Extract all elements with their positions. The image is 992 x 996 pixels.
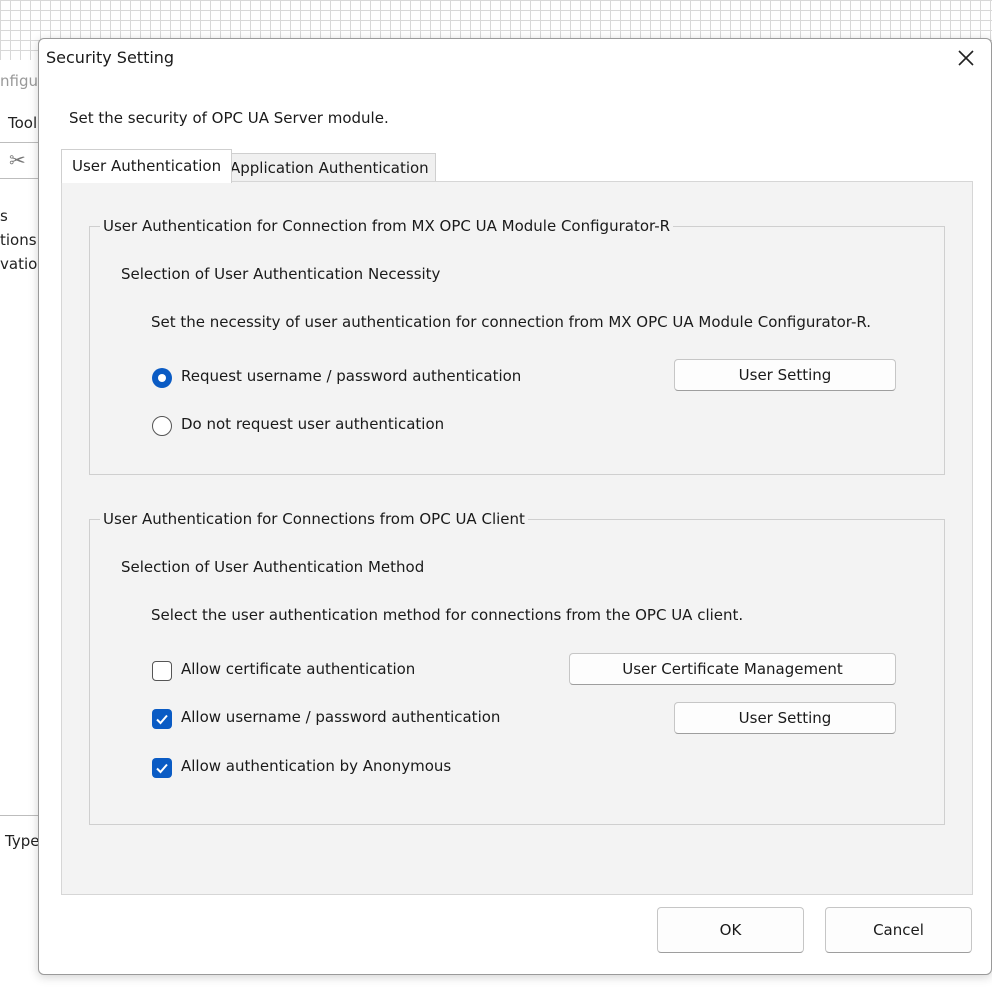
dialog-title: Security Setting [46,48,175,67]
tab-user-authentication[interactable]: User Authentication [61,149,233,183]
group-legend: User Authentication for Connections from… [100,510,528,528]
user-setting-button-client[interactable]: User Setting [674,702,896,734]
instruction-necessity: Set the necessity of user authentication… [151,313,872,331]
subheading-method: Selection of User Authentication Method [121,558,425,576]
background-type-label: Type [5,832,40,850]
security-setting-dialog: Security Setting Set the security of OPC… [38,38,992,975]
background-title: nfigu [0,72,38,90]
background-menu-tool[interactable]: Tool [8,114,37,132]
checkbox-anonymous-auth[interactable] [152,758,172,778]
background-divider [0,178,40,179]
group-configurator-connection: User Authentication for Connection from … [89,217,945,475]
checkbox-certificate-auth[interactable] [152,661,172,681]
group-client-connections: User Authentication for Connections from… [89,510,945,825]
user-setting-button[interactable]: User Setting [674,359,896,391]
instruction-method: Select the user authentication method fo… [151,606,744,624]
background-divider [0,142,40,143]
background-divider [0,815,40,816]
checkbox-label-certificate-auth[interactable]: Allow certificate authentication [181,660,415,678]
close-icon[interactable] [953,45,979,71]
user-authentication-panel: User Authentication for Connection from … [61,181,973,895]
subheading-necessity: Selection of User Authentication Necessi… [121,265,441,283]
background-app [0,60,40,996]
user-certificate-management-button[interactable]: User Certificate Management [569,653,896,685]
checkbox-label-anonymous-auth[interactable]: Allow authentication by Anonymous [181,757,451,775]
radio-request-password[interactable] [152,368,172,388]
scissors-icon[interactable]: ✂ [9,148,26,172]
group-legend: User Authentication for Connection from … [100,217,674,235]
background-side-item: s [0,207,8,225]
background-side-item: tions [0,231,37,249]
radio-no-authentication[interactable] [152,416,172,436]
tab-application-authentication[interactable]: Application Authentication [223,153,436,182]
radio-label-request-password[interactable]: Request username / password authenticati… [181,367,521,385]
radio-label-no-authentication[interactable]: Do not request user authentication [181,415,444,433]
cancel-button[interactable]: Cancel [825,907,972,953]
title-bar: Security Setting [39,39,991,77]
checkbox-password-auth[interactable] [152,709,172,729]
dialog-description: Set the security of OPC UA Server module… [69,109,389,127]
checkbox-label-password-auth[interactable]: Allow username / password authentication [181,708,500,726]
ok-button[interactable]: OK [657,907,804,953]
